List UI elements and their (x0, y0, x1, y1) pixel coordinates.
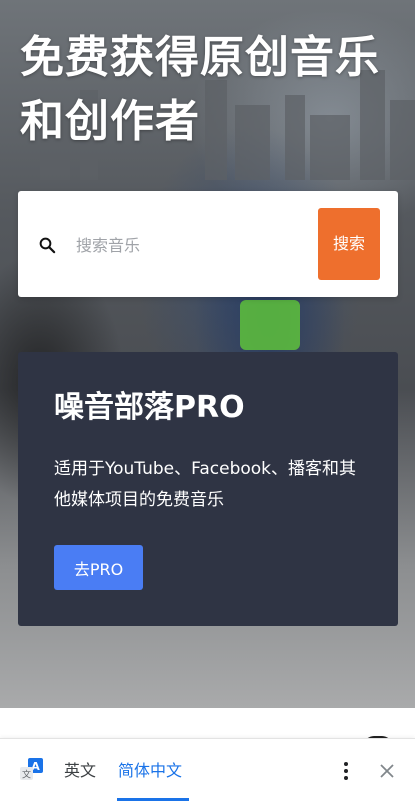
page-content-below-hero (0, 708, 415, 738)
go-pro-button[interactable]: 去PRO (54, 545, 143, 590)
pro-promo-card: 噪音部落PRO 适用于YouTube、Facebook、播客和其他媒体项目的免费… (18, 352, 398, 626)
search-button[interactable]: 搜索 (318, 208, 380, 280)
pro-card-title: 噪音部落PRO (54, 390, 245, 425)
pro-card-description: 适用于YouTube、Facebook、播客和其他媒体项目的免费音乐 (54, 459, 357, 510)
svg-text:文: 文 (22, 769, 31, 781)
translate-icon[interactable]: A 文 (18, 758, 46, 784)
lang-tab-simplified-chinese[interactable]: 简体中文 (118, 759, 182, 783)
artist-shirt-background (240, 300, 300, 350)
search-icon (39, 237, 56, 254)
hero-title: 免费获得原创音乐和创作者 (20, 32, 380, 147)
search-input[interactable] (74, 227, 308, 263)
search-box: 搜索 (18, 191, 398, 297)
close-icon[interactable] (380, 764, 394, 778)
translate-bar: A 文 英文 简体中文 (0, 738, 415, 801)
more-vert-icon[interactable] (338, 760, 354, 782)
lang-tab-english[interactable]: 英文 (64, 759, 96, 783)
